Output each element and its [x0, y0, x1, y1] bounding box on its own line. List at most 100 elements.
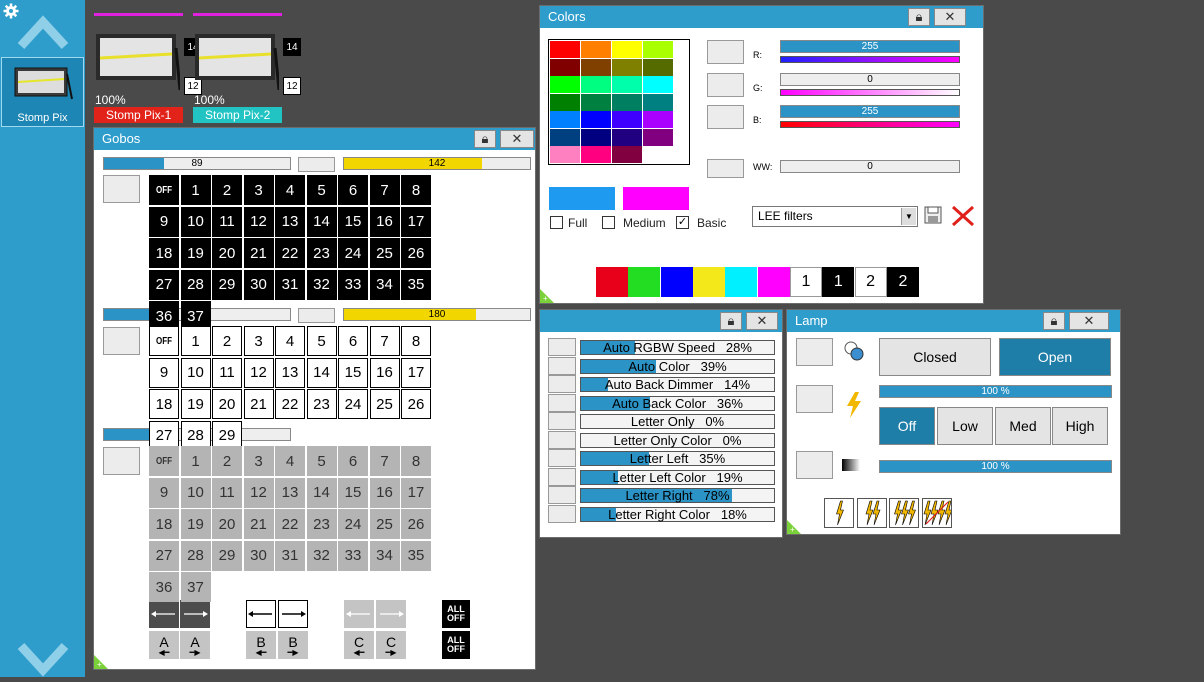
color-preset[interactable]: [692, 267, 725, 297]
close-button[interactable]: ✕: [934, 8, 966, 26]
color-swatch[interactable]: [612, 41, 642, 58]
color-swatch[interactable]: [612, 76, 642, 93]
wheel3-gobo-36[interactable]: 36: [149, 572, 179, 602]
wheel1-gobo-26[interactable]: 26: [401, 238, 431, 268]
auto-row-slider[interactable]: Letter Right 78%: [580, 488, 775, 503]
color-preset[interactable]: [660, 267, 693, 297]
wheel3-gobo-19[interactable]: 19: [180, 509, 211, 539]
lock-icon[interactable]: 🔒︎: [1043, 312, 1065, 330]
wheel2-gobo-17[interactable]: 17: [401, 357, 431, 388]
wheel1-gobo-12[interactable]: 12: [243, 206, 274, 237]
wheel1-gobo-20[interactable]: 20: [212, 238, 242, 268]
wheel1-gobo-6[interactable]: 6: [338, 175, 368, 205]
wheel1-gobo-33[interactable]: 33: [338, 269, 368, 300]
fixture-2-name[interactable]: Stomp Pix-2: [193, 107, 282, 123]
wheel3-gobo-8[interactable]: 8: [401, 446, 431, 476]
wheel1-select-button[interactable]: [103, 175, 140, 203]
shutter-open-button[interactable]: Open: [999, 338, 1111, 376]
color-swatch[interactable]: [550, 128, 580, 146]
wheel1-gobo-23[interactable]: 23: [306, 238, 337, 268]
wheel1-gobo-5[interactable]: 5: [306, 175, 337, 205]
wheel1-gobo-9[interactable]: 9: [149, 206, 179, 237]
wheel1-gobo-32[interactable]: 32: [306, 269, 337, 300]
wheel2-off-button[interactable]: OFF: [149, 326, 179, 356]
wheel3-gobo-21[interactable]: 21: [243, 509, 274, 539]
wheel1-gobo-25[interactable]: 25: [369, 238, 400, 268]
color-swatch[interactable]: [643, 93, 673, 111]
scroll-down-icon[interactable]: [17, 640, 69, 682]
preset-number[interactable]: 1: [822, 267, 855, 297]
auto-row-button[interactable]: [548, 467, 576, 486]
wheel1-gobo-29[interactable]: 29: [212, 269, 242, 300]
auto-row-button[interactable]: [548, 412, 576, 430]
auto-row-button[interactable]: [548, 375, 576, 393]
strobe-speed-2-icon[interactable]: [856, 498, 887, 528]
wheel3-gobo-29[interactable]: 29: [212, 540, 242, 571]
wheel3-gobo-33[interactable]: 33: [338, 540, 368, 571]
color-preset[interactable]: [725, 267, 758, 297]
wheel2-gobo-22[interactable]: 22: [275, 389, 305, 419]
rotate-c-left-button[interactable]: C ◀━: [344, 631, 374, 659]
wheel3-gobo-24[interactable]: 24: [338, 509, 368, 539]
wheel1-gobo-13[interactable]: 13: [275, 206, 305, 237]
rotate-b-right-button[interactable]: B ━▶: [278, 631, 308, 659]
rotate-b-left-button[interactable]: B ◀━: [246, 631, 276, 659]
wheel2-gobo-26[interactable]: 26: [401, 389, 431, 419]
color-swatch[interactable]: [581, 58, 611, 76]
wheel3-gobo-28[interactable]: 28: [180, 540, 211, 571]
color-swatch[interactable]: [643, 111, 673, 128]
fixture-2-icon[interactable]: [193, 30, 279, 90]
rotate-left-b-icon[interactable]: [246, 600, 276, 628]
wheel1-gobo-10[interactable]: 10: [180, 206, 211, 237]
wheel2-gobo-2[interactable]: 2: [212, 326, 242, 356]
rotate-c-right-button[interactable]: C ━▶: [376, 631, 406, 659]
red-button[interactable]: [707, 40, 744, 64]
color-swatch[interactable]: [581, 41, 611, 58]
wheel3-gobo-15[interactable]: 15: [338, 477, 368, 508]
wheel3-gobo-5[interactable]: 5: [306, 446, 337, 476]
wheel3-gobo-20[interactable]: 20: [212, 509, 242, 539]
wheel1-gobo-30[interactable]: 30: [243, 269, 274, 300]
color-swatch[interactable]: [643, 128, 673, 146]
wheel2-gobo-14[interactable]: 14: [306, 357, 337, 388]
wheel1-gobo-15[interactable]: 15: [338, 206, 368, 237]
strobe-button[interactable]: [796, 385, 833, 413]
wheel1-gobo-18[interactable]: 18: [149, 238, 179, 268]
wheel2-select-button[interactable]: [103, 327, 140, 355]
wheel2-gobo-4[interactable]: 4: [275, 326, 305, 356]
mode-off-button[interactable]: Off: [879, 407, 935, 445]
close-button[interactable]: ✕: [500, 130, 534, 148]
wheel1-gobo-14[interactable]: 14: [306, 206, 337, 237]
color-swatch[interactable]: [550, 146, 580, 163]
blue-button[interactable]: [707, 105, 744, 129]
auto-row-slider[interactable]: Letter Right Color 18%: [580, 506, 775, 522]
wheel3-gobo-1[interactable]: 1: [180, 446, 211, 476]
medium-checkbox[interactable]: [602, 216, 615, 229]
all-off-button-2[interactable]: ALL OFF: [442, 631, 470, 659]
wheel3-gobo-16[interactable]: 16: [369, 477, 400, 508]
wheel2-gobo-3[interactable]: 3: [243, 326, 274, 356]
fixture-1-name[interactable]: Stomp Pix-1: [94, 107, 183, 123]
scroll-up-icon[interactable]: [17, 10, 69, 52]
shutter-closed-button[interactable]: Closed: [879, 338, 991, 376]
auto-row-slider[interactable]: Letter Only 0%: [580, 414, 775, 429]
mode-low-button[interactable]: Low: [937, 407, 993, 445]
auto-row-button[interactable]: [548, 486, 576, 504]
color-swatch[interactable]: [643, 146, 673, 163]
wheel3-gobo-12[interactable]: 12: [243, 477, 274, 508]
wheel1-speed-slider[interactable]: 89: [103, 157, 291, 170]
rotate-a-left-button[interactable]: A ◀━: [149, 631, 179, 659]
color-swatch[interactable]: [581, 128, 611, 146]
green-slider[interactable]: 0: [780, 73, 960, 86]
wheel3-gobo-10[interactable]: 10: [180, 477, 211, 508]
wheel2-gobo-24[interactable]: 24: [338, 389, 368, 419]
color-swatch[interactable]: [612, 58, 642, 76]
dimmer-slider[interactable]: 100 %: [879, 460, 1112, 473]
wheel2-aux-button[interactable]: [298, 308, 335, 323]
wheel1-gobo-3[interactable]: 3: [243, 175, 274, 205]
wheel1-shake-slider[interactable]: 142: [343, 157, 531, 170]
wheel1-gobo-31[interactable]: 31: [275, 269, 305, 300]
wheel1-gobo-34[interactable]: 34: [369, 269, 400, 300]
wheel3-gobo-25[interactable]: 25: [369, 509, 400, 539]
wheel2-gobo-12[interactable]: 12: [243, 357, 274, 388]
